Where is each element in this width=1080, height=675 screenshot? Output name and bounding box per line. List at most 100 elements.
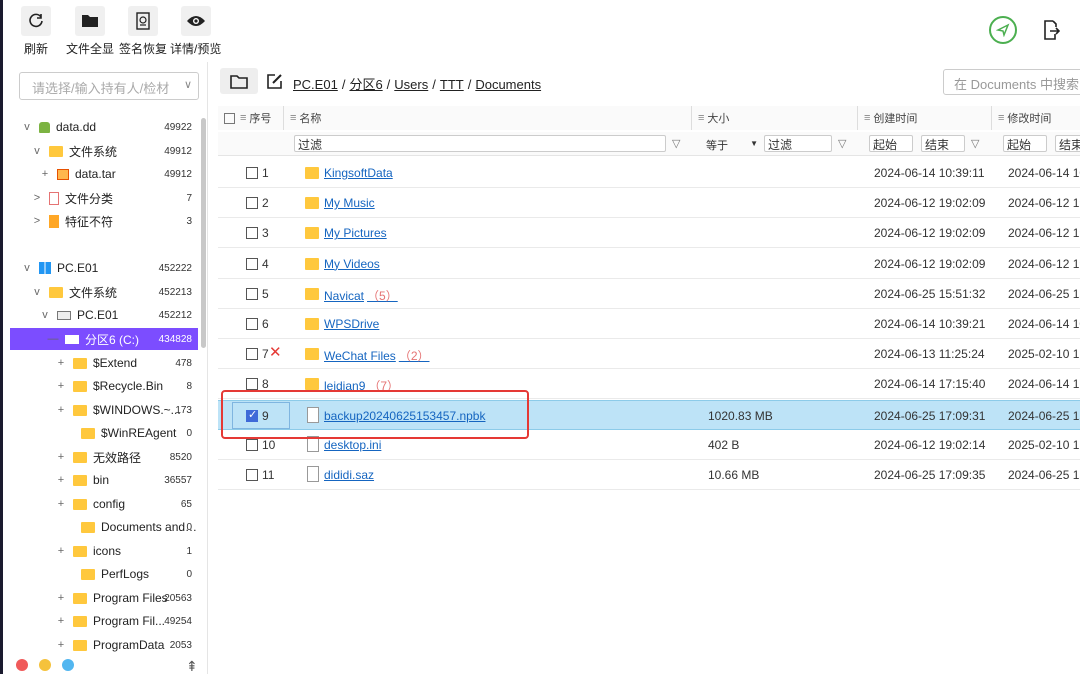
tree-node[interactable]: + data.tar 49912	[39, 163, 198, 185]
tree-node[interactable]: + $Extend 478	[55, 352, 198, 374]
close-dot[interactable]	[16, 659, 28, 671]
collapse-icon[interactable]: ⇞	[186, 658, 198, 675]
breadcrumb-item[interactable]: 分区6	[349, 77, 382, 92]
file-name-link[interactable]: Navicat （5）	[324, 287, 398, 304]
file-name-link[interactable]: KingsoftData	[324, 166, 393, 180]
tree-toggle-icon[interactable]: v	[39, 309, 51, 321]
tree-toggle-icon[interactable]: +	[55, 474, 67, 486]
tree-node[interactable]: PerfLogs 0	[63, 563, 198, 585]
tree-node[interactable]: v 文件系统 49912	[31, 140, 198, 162]
tree-toggle-icon[interactable]: +	[55, 404, 67, 416]
tree-node[interactable]: — 分区6 (C:) 434828	[10, 328, 198, 350]
tree-toggle-icon[interactable]: +	[55, 451, 67, 463]
tree-toggle-icon[interactable]: +	[55, 498, 67, 510]
size-filter-input[interactable]: 过滤	[764, 135, 832, 152]
tree-node[interactable]: + Program Fil... 49254	[55, 610, 198, 632]
refresh-button[interactable]: 刷新	[21, 6, 51, 57]
breadcrumb-item[interactable]: Users	[394, 77, 428, 92]
filter-icon[interactable]: ▽	[672, 137, 680, 150]
tree-toggle-icon[interactable]: v	[31, 145, 43, 157]
tree-node[interactable]: + icons 1	[55, 540, 198, 562]
tree-node[interactable]: > 特征不符 3	[31, 210, 198, 232]
file-name-link[interactable]: WPSDrive	[324, 317, 379, 331]
tree-node[interactable]: + ProgramData 2053	[55, 634, 198, 656]
tree-toggle-icon[interactable]: +	[55, 615, 67, 627]
tree-scrollbar[interactable]	[201, 118, 206, 348]
export-button[interactable]	[1036, 15, 1066, 45]
tree-node[interactable]: + bin 36557	[55, 469, 198, 491]
tree-toggle-icon[interactable]: >	[31, 215, 43, 227]
tree-node[interactable]: v PC.E01 452212	[39, 304, 198, 326]
edit-path-button[interactable]	[266, 73, 283, 93]
tree-toggle-icon[interactable]: v	[31, 286, 43, 298]
filter-icon[interactable]: ▽	[971, 137, 979, 150]
file-name-link[interactable]: My Music	[324, 196, 375, 210]
breadcrumb-item[interactable]: PC.E01	[293, 77, 338, 92]
row-checkbox[interactable]	[246, 287, 258, 300]
table-row[interactable]: 3 My Pictures 2024-06-12 19:02:09 2024-06-1…	[218, 218, 1080, 249]
header-name[interactable]: ≡ 名称	[284, 106, 692, 130]
file-name-link[interactable]: desktop.ini	[324, 438, 381, 452]
tree-toggle-icon[interactable]: +	[39, 168, 51, 180]
filter-icon[interactable]: ▽	[838, 137, 846, 150]
tree-toggle-icon[interactable]: +	[55, 592, 67, 604]
search-input[interactable]: 在 Documents 中搜索	[943, 69, 1080, 95]
row-checkbox[interactable]	[246, 227, 258, 240]
tree-toggle-icon[interactable]: +	[55, 380, 67, 392]
tree-toggle-icon[interactable]: v	[21, 121, 33, 133]
table-row[interactable]: 4 My Videos 2024-06-12 19:02:09 2024-06-12 …	[218, 249, 1080, 279]
row-checkbox[interactable]	[246, 348, 258, 361]
tree-node[interactable]: v PC.E01 452222	[21, 257, 198, 279]
tree-node[interactable]: $WinREAgent 0	[63, 422, 198, 444]
header-index[interactable]: ≡ 序号	[218, 106, 284, 130]
show-all-files-button[interactable]: 文件全显	[66, 6, 114, 57]
tree-node[interactable]: + Program Files 20563	[55, 587, 198, 609]
tree-node[interactable]: + 无效路径 8520	[55, 446, 198, 468]
table-row[interactable]: 1 KingsoftData 2024-06-14 10:39:11 2024-06-…	[218, 158, 1080, 188]
row-checkbox[interactable]	[246, 257, 258, 270]
select-all-checkbox[interactable]	[224, 112, 235, 124]
table-row[interactable]: 11 dididi.saz 10.66 MB 2024-06-25 17:09:35 2…	[218, 460, 1080, 490]
file-name-link[interactable]: My Videos	[324, 257, 380, 271]
signature-recovery-button[interactable]: 签名恢复	[119, 6, 167, 57]
table-row[interactable]: 2 My Music 2024-06-12 19:02:09 2024-06-12 1…	[218, 188, 1080, 219]
modified-start-input[interactable]: 起始	[1003, 135, 1047, 152]
table-row[interactable]: 6 WPSDrive 2024-06-14 10:39:21 2024-06-14 1…	[218, 309, 1080, 339]
tree-node[interactable]: + config 65	[55, 493, 198, 515]
row-checkbox[interactable]	[246, 438, 258, 451]
modified-end-input[interactable]: 结束	[1055, 135, 1080, 152]
minimize-dot[interactable]	[39, 659, 51, 671]
tree-toggle-icon[interactable]: +	[55, 545, 67, 557]
tree-toggle-icon[interactable]: v	[21, 262, 33, 274]
details-preview-button[interactable]: 详情/预览	[170, 6, 221, 57]
row-checkbox[interactable]	[246, 318, 258, 330]
tree-node[interactable]: v data.dd 49922	[21, 116, 198, 138]
created-end-input[interactable]: 结束	[921, 135, 965, 152]
file-name-link[interactable]: My Pictures	[324, 226, 387, 240]
browse-folder-button[interactable]	[220, 68, 258, 94]
name-filter-input[interactable]: 过滤	[294, 135, 666, 152]
tree-node[interactable]: + $WINDOWS.~... 173	[55, 399, 198, 421]
row-checkbox[interactable]	[246, 469, 258, 481]
tree-toggle-icon[interactable]: +	[55, 639, 67, 651]
header-created[interactable]: ≡ 创建时间	[858, 106, 992, 130]
size-operator-select[interactable]: 等于 ▼	[706, 137, 758, 153]
file-name-link[interactable]: dididi.saz	[324, 468, 374, 482]
file-name-link[interactable]: WeChat Files （2）	[324, 347, 430, 364]
created-start-input[interactable]: 起始	[869, 135, 913, 152]
tree-toggle-icon[interactable]: >	[31, 192, 43, 204]
breadcrumb-item[interactable]: Documents	[475, 77, 541, 92]
tree-node[interactable]: + $Recycle.Bin 8	[55, 375, 198, 397]
breadcrumb-item[interactable]: TTT	[440, 77, 464, 92]
row-checkbox[interactable]	[246, 167, 258, 179]
tree-node[interactable]: Documents and ... 0	[63, 516, 198, 538]
row-checkbox[interactable]	[246, 378, 258, 391]
tree-node[interactable]: v 文件系统 452213	[31, 281, 198, 303]
table-row[interactable]: 7 ✕ WeChat Files （2） 2024-06-13 11:25:24 2025…	[218, 339, 1080, 370]
row-checkbox[interactable]	[246, 197, 258, 210]
header-modified[interactable]: ≡ 修改时间	[992, 106, 1080, 130]
header-size[interactable]: ≡ 大小	[692, 106, 858, 130]
send-button[interactable]	[988, 15, 1018, 45]
tree-toggle-icon[interactable]: —	[47, 333, 59, 345]
table-row[interactable]: 5 Navicat （5） 2024-06-25 15:51:32 2024-06-25…	[218, 279, 1080, 309]
